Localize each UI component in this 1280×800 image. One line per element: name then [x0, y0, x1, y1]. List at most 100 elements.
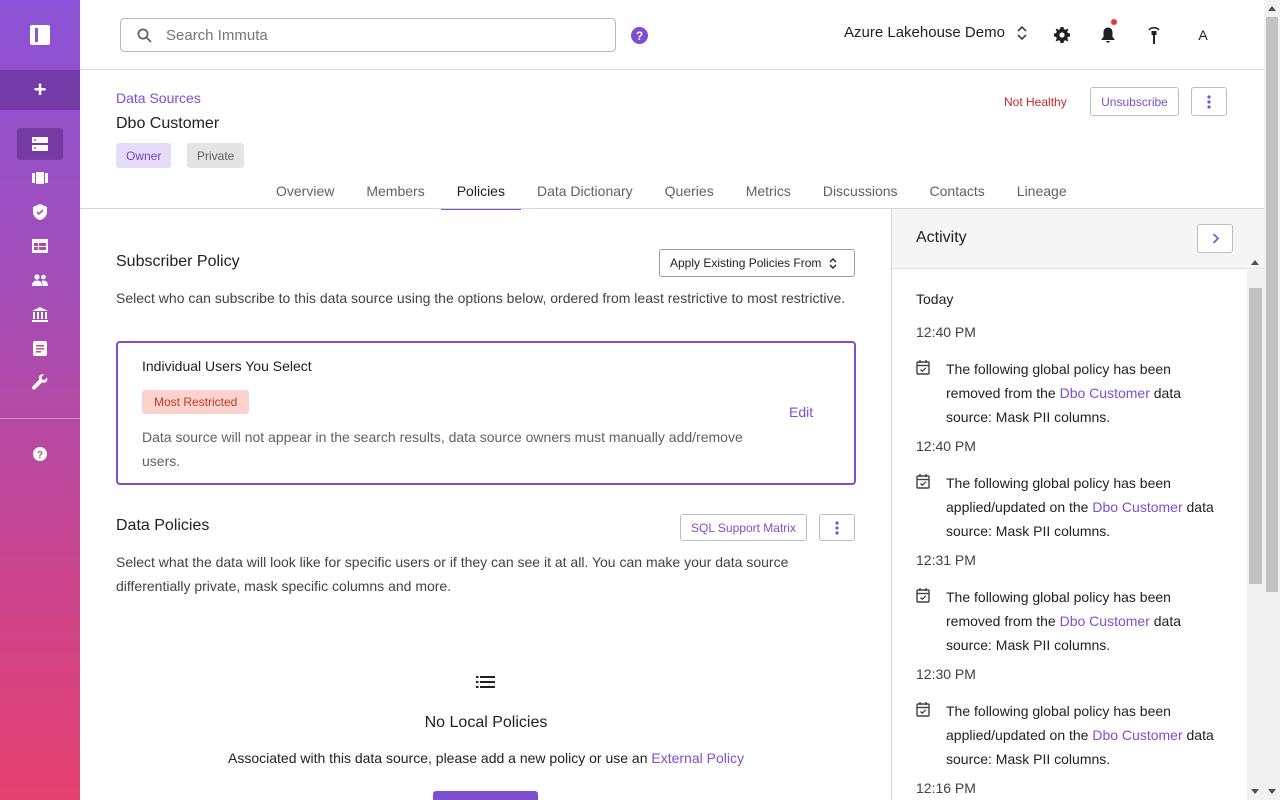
shield-icon — [33, 204, 47, 220]
health-status[interactable]: Not Healthy — [1004, 95, 1067, 109]
most-restricted-badge: Most Restricted — [142, 390, 250, 414]
help-icon: ? — [33, 447, 47, 461]
activity-day: Today — [916, 291, 954, 307]
help-button[interactable]: ? — [631, 27, 648, 44]
activity-header: Activity — [892, 209, 1265, 269]
sidebar: + ? — [0, 0, 80, 800]
unfold-icon — [1017, 25, 1027, 40]
apply-existing-policies-select[interactable]: Apply Existing Policies From — [659, 249, 855, 277]
data-policies-more-button[interactable] — [819, 514, 855, 541]
activity-entry: 12:30 PM The following global policy has… — [916, 666, 1226, 771]
logo-icon[interactable] — [0, 0, 80, 70]
notifications-button[interactable] — [1098, 19, 1118, 45]
activity-entry: 12:40 PM The following global policy has… — [916, 324, 1226, 429]
list-icon — [476, 676, 495, 688]
sidebar-item-governance[interactable] — [17, 298, 63, 330]
scroll-down-icon[interactable] — [1251, 789, 1259, 794]
sidebar-item-audit[interactable] — [17, 332, 63, 364]
scroll-down-icon[interactable] — [1268, 789, 1276, 794]
sidebar-item-projects[interactable] — [17, 162, 63, 194]
activity-feed[interactable]: Today 12:40 PM The following global poli… — [892, 269, 1247, 800]
sidebar-item-people[interactable] — [17, 264, 63, 296]
scroll-up-icon[interactable] — [1251, 260, 1259, 265]
data-policies-title: Data Policies — [116, 517, 210, 534]
data-source-link[interactable]: Dbo Customer — [1092, 727, 1182, 743]
sidebar-item-queries[interactable] — [17, 230, 63, 262]
no-local-policies-title: No Local Policies — [424, 714, 548, 731]
page-scroll-thumb[interactable] — [1266, 17, 1278, 592]
unsubscribe-button[interactable]: Unsubscribe — [1090, 87, 1179, 116]
wrench-icon — [32, 374, 48, 390]
activity-title: Activity — [916, 229, 967, 246]
data-source-link[interactable]: Dbo Customer — [1092, 499, 1182, 515]
bell-icon — [1101, 27, 1115, 43]
audit-icon — [33, 340, 47, 356]
event-icon — [916, 474, 930, 489]
more-vert-icon — [835, 520, 839, 535]
subscriber-policy-description: Select who can subscribe to this data so… — [116, 290, 846, 306]
tenant-selector[interactable]: Azure Lakehouse Demo — [844, 24, 1027, 41]
sidebar-item-help[interactable]: ? — [17, 438, 63, 470]
tab-metrics[interactable]: Metrics — [730, 173, 807, 209]
connection-icon — [1148, 26, 1160, 44]
tab-queries[interactable]: Queries — [649, 173, 730, 209]
sidebar-item-data-sources[interactable] — [17, 128, 63, 160]
activity-time: 12:31 PM — [916, 552, 976, 568]
collapse-activity-button[interactable] — [1197, 224, 1233, 253]
projects-icon — [32, 172, 48, 184]
event-icon — [916, 588, 930, 603]
activity-time: 12:40 PM — [916, 438, 976, 454]
sidebar-item-policies[interactable] — [17, 196, 63, 228]
data-policies-description: Select what the data will look like for … — [116, 554, 789, 594]
search-input[interactable]: Search Immuta — [120, 18, 616, 52]
sidebar-item-app-settings[interactable] — [17, 366, 63, 398]
activity-time: 12:40 PM — [916, 324, 976, 340]
activity-text: The following global policy has been rem… — [946, 357, 1226, 429]
policy-card-description: Data source will not appear in the searc… — [142, 429, 743, 469]
avatar[interactable]: A — [1188, 20, 1218, 50]
tab-lineage[interactable]: Lineage — [1001, 173, 1083, 209]
sidebar-divider — [0, 418, 80, 419]
sql-support-matrix-button[interactable]: SQL Support Matrix — [680, 514, 807, 541]
notification-badge — [1111, 19, 1117, 25]
tab-policies[interactable]: Policies — [440, 173, 522, 210]
activity-time: 12:30 PM — [916, 666, 976, 682]
more-vert-icon — [1207, 94, 1211, 109]
subscriber-policy-title: Subscriber Policy — [116, 253, 240, 270]
data-source-link[interactable]: Dbo Customer — [1060, 613, 1150, 629]
activity-entry: 12:31 PM The following global policy has… — [916, 552, 1226, 657]
new-policy-button[interactable] — [433, 791, 538, 800]
add-icon[interactable]: + — [0, 70, 80, 110]
no-local-policies-description: Associated with this data source, please… — [116, 750, 856, 766]
activity-scrollbar[interactable] — [1247, 260, 1264, 800]
breadcrumb[interactable]: Data Sources — [116, 90, 201, 106]
external-policy-link[interactable]: External Policy — [651, 750, 744, 766]
activity-text: The following global policy has been app… — [946, 471, 1226, 543]
activity-scroll-thumb[interactable] — [1249, 288, 1262, 584]
tab-discussions[interactable]: Discussions — [807, 173, 914, 209]
subscriber-policy-card[interactable]: Individual Users You Select Most Restric… — [116, 341, 856, 485]
page-scrollbar[interactable] — [1264, 0, 1280, 800]
tab-contacts[interactable]: Contacts — [914, 173, 1001, 209]
scroll-up-icon[interactable] — [1268, 6, 1276, 11]
activity-panel: Activity Today 12:40 PM The following gl… — [891, 209, 1265, 800]
empty-desc-text: Associated with this data source, please… — [228, 750, 652, 766]
search-icon — [137, 28, 152, 43]
apply-existing-policies-label: Apply Existing Policies From — [670, 256, 822, 270]
top-bar: Search Immuta ? Azure Lakehouse Demo A — [80, 0, 1264, 70]
activity-entry: 12:16 PM — [916, 780, 1226, 800]
data-source-link[interactable]: Dbo Customer — [1060, 385, 1150, 401]
event-icon — [916, 702, 930, 717]
activity-text: The following global policy has been app… — [946, 699, 1226, 771]
tab-overview[interactable]: Overview — [260, 173, 350, 209]
owner-chip: Owner — [116, 143, 172, 168]
gear-icon — [1054, 27, 1070, 43]
table-icon — [32, 239, 48, 253]
tab-data-dictionary[interactable]: Data Dictionary — [521, 173, 649, 209]
connections-button[interactable] — [1144, 25, 1164, 45]
settings-button[interactable] — [1052, 25, 1072, 45]
tab-members[interactable]: Members — [350, 173, 440, 209]
edit-link[interactable]: Edit — [789, 404, 813, 420]
tenant-name: Azure Lakehouse Demo — [844, 24, 1005, 41]
more-options-button[interactable] — [1191, 87, 1227, 116]
